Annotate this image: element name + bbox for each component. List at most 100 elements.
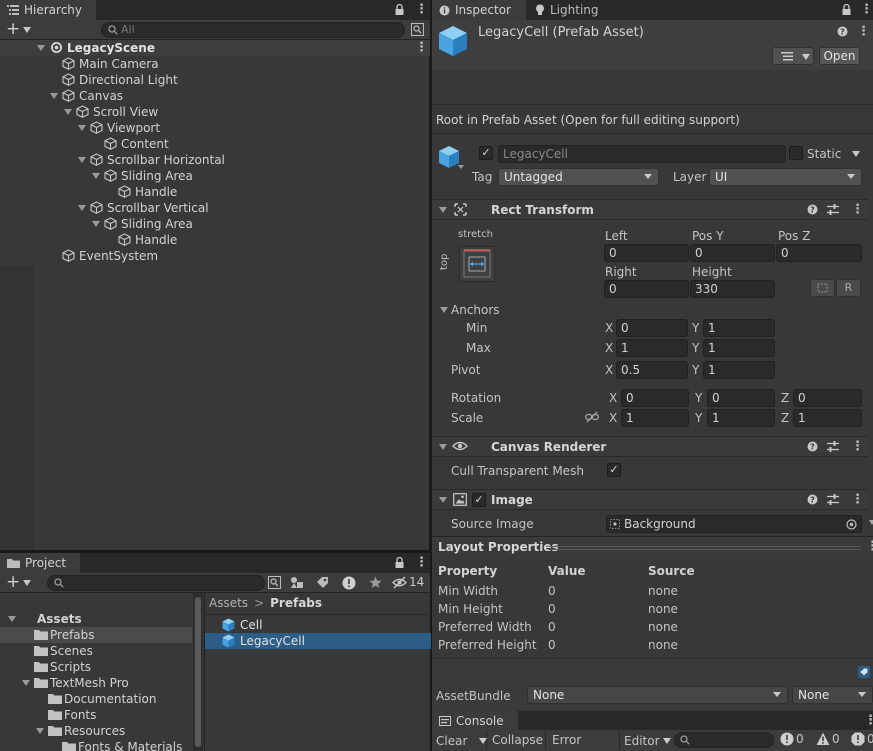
project-folder-item[interactable]: Documentation	[0, 691, 192, 707]
canvas-renderer-header[interactable]: Canvas Renderer ? ⋮	[432, 436, 868, 457]
hierarchy-search-input[interactable]: All	[101, 22, 405, 38]
drag-handle[interactable]	[549, 546, 861, 550]
pivot-y-field[interactable]: 1	[703, 361, 775, 379]
tab-console[interactable]: Console	[432, 711, 518, 730]
posz-field[interactable]: 0	[776, 244, 862, 262]
max-x-field[interactable]: 1	[616, 339, 688, 357]
lock-icon[interactable]	[395, 4, 404, 15]
fold-arrow[interactable]	[78, 205, 86, 211]
project-tree-scroll-thumb[interactable]	[195, 597, 201, 747]
height-field[interactable]: 330	[690, 280, 775, 298]
help-icon[interactable]: ?	[807, 494, 818, 505]
cull-transparent-mesh-checkbox[interactable]: ✓	[607, 463, 621, 477]
component-menu-icon[interactable]: ⋮	[851, 493, 864, 506]
assetbundle-variant-dropdown[interactable]: None	[792, 686, 873, 704]
tab-inspector[interactable]: Inspector	[432, 0, 526, 20]
object-picker-icon[interactable]	[846, 519, 857, 530]
breadcrumb-current[interactable]: Prefabs	[270, 596, 322, 610]
image-header[interactable]: ✓ Image ? ⋮	[432, 489, 868, 510]
active-checkbox[interactable]: ✓	[479, 146, 493, 160]
image-enabled-checkbox[interactable]: ✓	[472, 493, 486, 507]
scale-y-field[interactable]: 1	[707, 409, 775, 427]
project-folder-item[interactable]: Scenes	[0, 643, 192, 659]
posy-field[interactable]: 0	[690, 244, 775, 262]
fold-arrow[interactable]	[50, 93, 58, 99]
layout-properties-header[interactable]: Layout Properties ⋮	[432, 536, 873, 558]
min-x-field[interactable]: 0	[616, 319, 688, 337]
project-folder-item[interactable]: Fonts & Materials	[0, 739, 192, 751]
project-tree-scrollbar[interactable]	[193, 593, 203, 751]
hierarchy-item[interactable]: Main Camera	[0, 56, 430, 72]
source-image-field[interactable]: Background	[606, 515, 862, 533]
rotation-z-field[interactable]: 0	[793, 389, 862, 407]
tab-lighting[interactable]: Lighting	[528, 0, 612, 20]
pivot-x-field[interactable]: 0.5	[616, 361, 688, 379]
help-icon[interactable]: ?	[837, 26, 848, 37]
fold-arrow[interactable]	[22, 680, 30, 686]
scale-z-field[interactable]: 1	[793, 409, 862, 427]
hierarchy-item[interactable]: Viewport	[0, 120, 430, 136]
tag-dropdown[interactable]: Untagged	[498, 168, 659, 186]
hierarchy-item[interactable]: Handle	[0, 232, 430, 248]
right-field[interactable]: 0	[604, 280, 689, 298]
project-lock-icon[interactable]	[395, 557, 404, 568]
scene-row[interactable]: LegacyScene ⋮	[0, 40, 430, 56]
fold-arrow[interactable]	[64, 109, 72, 115]
breadcrumb-root[interactable]: Assets	[209, 596, 248, 610]
fold-arrow[interactable]	[8, 616, 16, 622]
fold-arrow[interactable]	[92, 173, 100, 179]
filter-by-type-icon[interactable]	[290, 576, 304, 589]
fold-arrow[interactable]	[92, 221, 100, 227]
layout-properties-menu-icon[interactable]: ⋮	[866, 540, 873, 553]
hierarchy-item[interactable]: Scrollbar Vertical	[0, 200, 430, 216]
fold-arrow[interactable]	[36, 728, 44, 734]
project-folder-item[interactable]: TextMesh Pro	[0, 675, 192, 691]
hierarchy-menu-icon[interactable]: ⋮	[415, 3, 428, 16]
hierarchy-item[interactable]: Canvas	[0, 88, 430, 104]
component-menu-icon[interactable]: ⋮	[851, 440, 864, 453]
favorites-star-icon[interactable]	[369, 576, 382, 589]
help-icon[interactable]: ?	[807, 204, 818, 215]
presets-sliders-icon[interactable]	[827, 441, 839, 452]
inspector-menu-icon[interactable]: ⋮	[860, 3, 873, 16]
project-folder-item[interactable]: Scripts	[0, 659, 192, 675]
project-file-item[interactable]: LegacyCell	[205, 633, 431, 649]
max-y-field[interactable]: 1	[703, 339, 775, 357]
rotation-y-field[interactable]: 0	[707, 389, 775, 407]
project-file-item[interactable]: Cell	[205, 617, 431, 633]
filter-by-label-icon[interactable]	[316, 576, 329, 589]
layer-dropdown[interactable]: UI	[709, 168, 862, 186]
project-folder-item[interactable]: Assets	[0, 611, 192, 627]
clear-button[interactable]: Clear	[432, 731, 488, 750]
scene-fold-arrow[interactable]	[37, 45, 45, 51]
project-menu-icon[interactable]: ⋮	[415, 556, 428, 569]
project-search-input[interactable]	[47, 575, 265, 591]
hierarchy-item[interactable]: Scrollbar Horizontal	[0, 152, 430, 168]
hierarchy-item[interactable]: EventSystem	[0, 248, 430, 264]
anchors-fold-arrow[interactable]	[440, 307, 448, 313]
left-field[interactable]: 0	[604, 244, 689, 262]
tab-project[interactable]: Project	[0, 553, 80, 573]
hierarchy-item[interactable]: Directional Light	[0, 72, 430, 88]
editor-dropdown[interactable]: Editor	[621, 731, 671, 750]
fold-arrow[interactable]	[78, 125, 86, 131]
static-checkbox[interactable]	[789, 146, 803, 160]
project-create-dropdown[interactable]: +	[6, 574, 36, 591]
hierarchy-item[interactable]: Content	[0, 136, 430, 152]
assetbundle-name-dropdown[interactable]: None	[527, 686, 788, 704]
hierarchy-item[interactable]: Handle	[0, 184, 430, 200]
collapse-button[interactable]: Collapse	[488, 731, 546, 750]
project-folder-item[interactable]: Fonts	[0, 707, 192, 723]
info-count-toggle[interactable]: 0	[780, 732, 804, 746]
project-folder-item[interactable]: Prefabs	[0, 627, 192, 643]
asset-menu-icon[interactable]: ⋮	[857, 25, 870, 38]
inspector-scroll-arrow[interactable]	[869, 520, 873, 525]
component-menu-icon[interactable]: ⋮	[851, 203, 864, 216]
scene-visibility-icon[interactable]	[411, 23, 424, 36]
gameobject-cube-icon[interactable]	[438, 145, 460, 169]
presets-sliders-icon[interactable]	[827, 494, 839, 505]
asset-view-dropdown[interactable]	[772, 47, 814, 65]
rect-transform-header[interactable]: Rect Transform ? ⋮	[432, 199, 868, 220]
fold-arrow[interactable]	[439, 497, 447, 503]
anchor-preset-button[interactable]	[459, 246, 495, 282]
